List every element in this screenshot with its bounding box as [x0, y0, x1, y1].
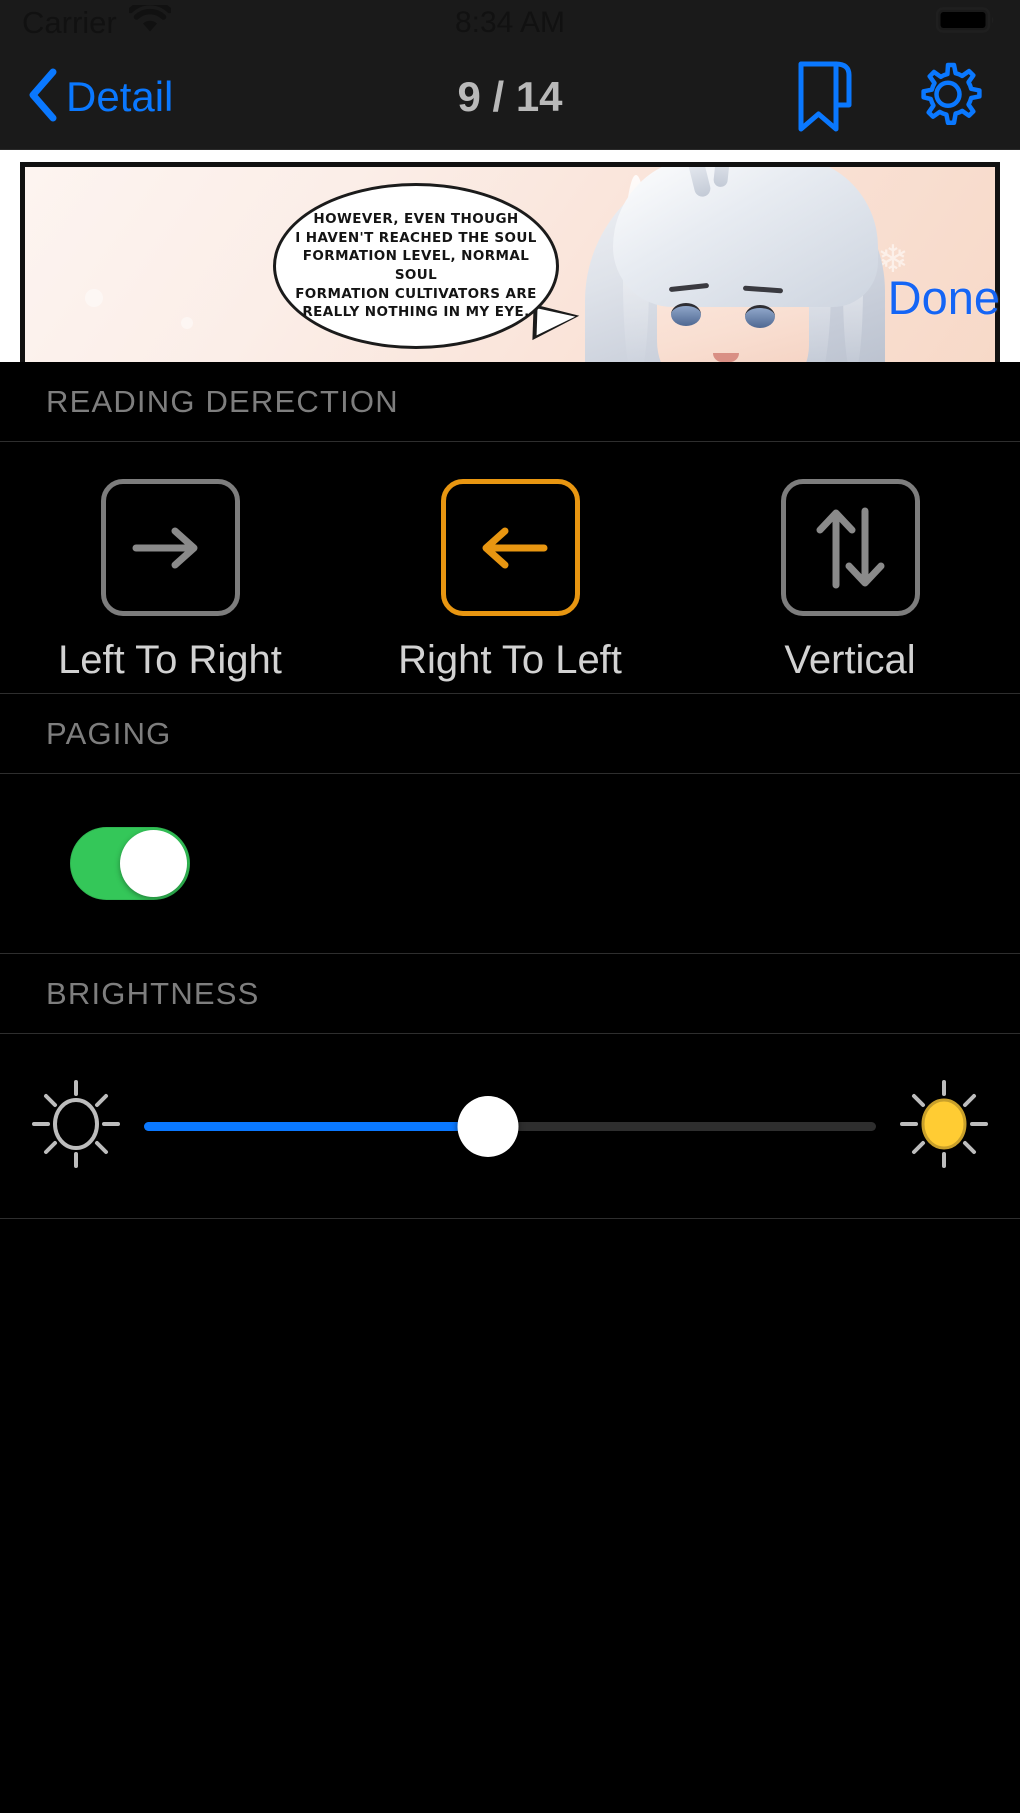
status-bar-left: Carrier: [22, 0, 172, 41]
reading-direction-options: Left To Right Right To Left Vertical: [0, 442, 1020, 694]
brightness-header: BRIGHTNESS: [0, 954, 1020, 1034]
nav-bar: Detail 9 / 14: [0, 45, 1020, 150]
background-bokeh: [181, 317, 193, 329]
reading-direction-option-left-to-right[interactable]: Left To Right: [0, 479, 340, 683]
paging-header: PAGING: [0, 694, 1020, 774]
reading-direction-option-vertical[interactable]: Vertical: [680, 479, 1020, 683]
bookmark-icon[interactable]: [796, 60, 856, 134]
settings-panel: READING DERECTION Left To Right Right To…: [0, 362, 1020, 1664]
reading-direction-header: READING DERECTION: [0, 362, 1020, 442]
wifi-icon: [127, 0, 172, 40]
speech-bubble: HOWEVER, EVEN THOUGH I HAVEN'T REACHED T…: [273, 183, 559, 349]
arrow-left-icon-box: [440, 479, 580, 616]
chevron-left-icon: [26, 67, 60, 128]
paging-toggle-knob: [120, 830, 187, 897]
sun-dim-icon: [26, 1074, 126, 1179]
comic-page-preview[interactable]: ❄ ❄ ❄ HOWEVER, EVEN THOUGH I HAVEN'T REA…: [0, 150, 1020, 362]
background-bokeh: [85, 289, 103, 307]
carrier-label: Carrier: [22, 4, 117, 40]
brightness-slider[interactable]: [144, 1095, 876, 1157]
nav-bar-actions: [796, 59, 994, 135]
speech-bubble-text: HOWEVER, EVEN THOUGH I HAVEN'T REACHED T…: [295, 211, 537, 321]
battery-full-icon: [935, 5, 998, 40]
comic-panel: ❄ ❄ ❄ HOWEVER, EVEN THOUGH I HAVEN'T REA…: [20, 162, 1000, 362]
arrow-up-down-icon-box: [780, 479, 920, 616]
arrow-right-icon-box: [100, 479, 240, 616]
reading-direction-label: Vertical: [784, 638, 916, 682]
back-button[interactable]: Detail: [26, 67, 173, 128]
paging-toggle[interactable]: [70, 827, 190, 900]
status-bar: Carrier 8:34 AM: [0, 0, 1020, 45]
done-button[interactable]: Done: [888, 270, 1000, 325]
reading-direction-label: Left To Right: [58, 638, 282, 682]
brightness-slider-thumb[interactable]: [457, 1095, 519, 1157]
character-eye: [745, 305, 775, 328]
arrow-left-icon: [482, 527, 548, 568]
character-illustration: [565, 167, 925, 362]
arrow-up-down-icon: [816, 507, 885, 588]
paging-row: [0, 774, 1020, 954]
brightness-row: [0, 1034, 1020, 1219]
empty-area: [0, 1219, 1020, 1664]
reading-direction-label: Right To Left: [398, 638, 622, 682]
arrow-right-icon: [132, 527, 198, 568]
gear-icon[interactable]: [910, 59, 986, 135]
character-eye: [671, 303, 701, 326]
sun-bright-icon: [894, 1074, 994, 1179]
brightness-slider-fill: [144, 1121, 489, 1131]
reading-direction-option-right-to-left[interactable]: Right To Left: [340, 479, 680, 683]
status-bar-right: [935, 5, 998, 40]
back-button-label: Detail: [66, 73, 174, 120]
